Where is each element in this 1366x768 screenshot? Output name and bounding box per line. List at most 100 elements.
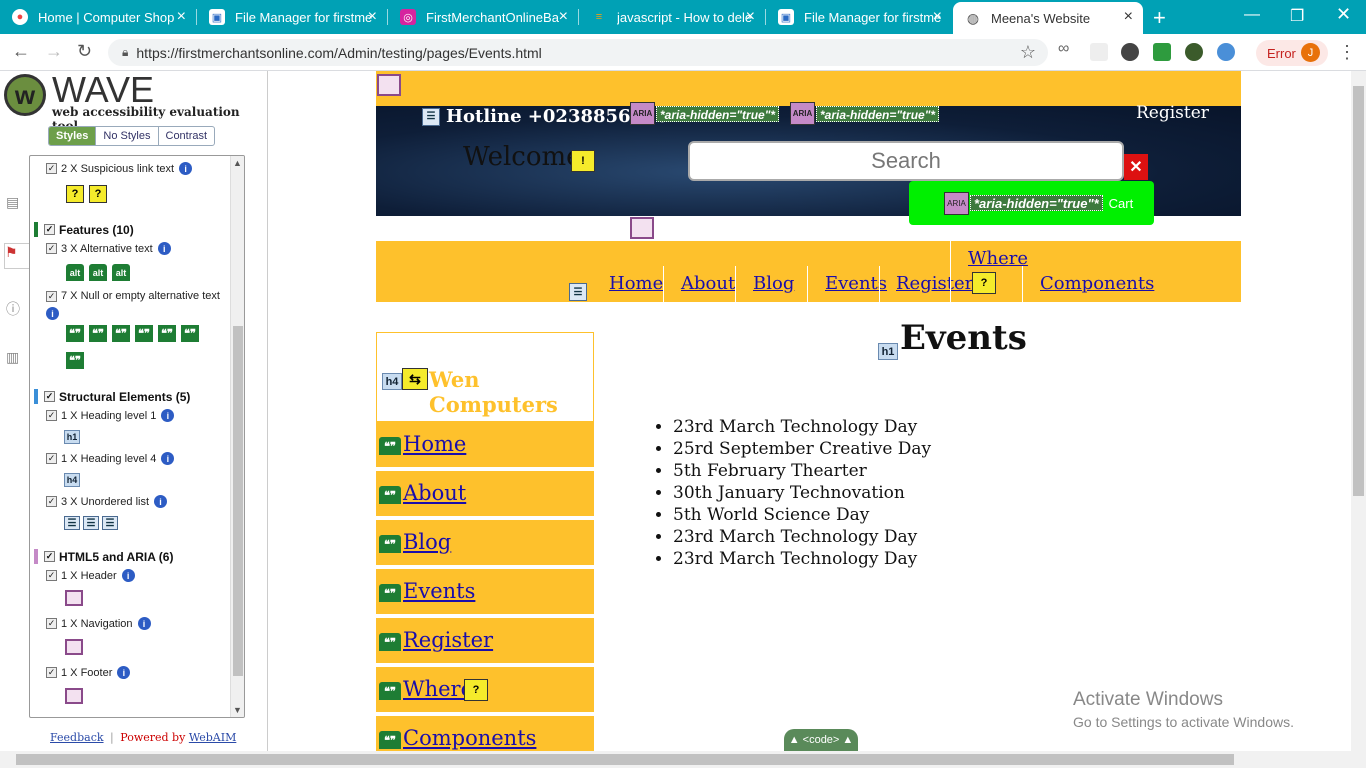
- sidenav-link[interactable]: Events: [403, 579, 475, 603]
- info-icon[interactable]: i: [117, 666, 131, 679]
- info-icon[interactable]: i: [179, 162, 193, 175]
- checkbox[interactable]: ✓: [46, 410, 57, 421]
- summary-icon[interactable]: ▤: [6, 194, 26, 214]
- page-horizontal-scrollbar[interactable]: [0, 751, 1366, 768]
- menu-kebab-icon[interactable]: ⋮: [1338, 42, 1356, 63]
- tab-contrast[interactable]: Contrast: [157, 127, 215, 145]
- cart-button[interactable]: ARIA *aria-hidden="true"* Cart: [909, 181, 1154, 225]
- heading-4-icon[interactable]: h4: [382, 373, 402, 390]
- back-icon[interactable]: ←: [12, 41, 30, 62]
- alt-text-row[interactable]: ✓ 3 X Alternative text i: [46, 242, 171, 255]
- sidenav-item-about[interactable]: ❝❞ About: [376, 471, 594, 518]
- heading-4-row[interactable]: ✓ 1 X Heading level 4 i: [46, 452, 175, 465]
- header-landmark-icon[interactable]: [65, 590, 83, 606]
- error-icon[interactable]: ✕: [1124, 154, 1148, 180]
- tab-file-manager-1[interactable]: ▣ File Manager for firstme ×: [197, 0, 387, 34]
- search-input[interactable]: Search: [688, 141, 1124, 181]
- webaim-link[interactable]: WebAIM: [189, 731, 237, 744]
- horizontal-scroll-thumb[interactable]: [16, 754, 1234, 765]
- vertical-scroll-thumb[interactable]: [1353, 86, 1364, 496]
- panel-scroll-thumb[interactable]: [233, 326, 243, 676]
- nav-events[interactable]: Events: [825, 273, 887, 294]
- sidenav-link[interactable]: Where: [403, 677, 473, 701]
- list-icon[interactable]: ☰: [83, 516, 99, 530]
- tab-no-styles[interactable]: No Styles: [95, 127, 157, 145]
- register-link[interactable]: Register: [1136, 103, 1209, 123]
- panel-scrollbar[interactable]: ▲ ▼: [230, 156, 244, 717]
- features-section-header[interactable]: ✓ Features (10): [34, 222, 134, 237]
- sidenav-link[interactable]: Register: [403, 628, 493, 652]
- avg-extension-icon[interactable]: [1153, 43, 1171, 61]
- redundant-link-icon[interactable]: ⇆: [402, 368, 428, 390]
- tab-stackoverflow[interactable]: ≡ javascript - How to dele ×: [579, 0, 765, 34]
- info-icon[interactable]: i: [137, 617, 151, 630]
- nav-about[interactable]: About: [681, 273, 735, 294]
- info-icon[interactable]: i: [46, 307, 59, 320]
- restore-icon[interactable]: ❐: [1290, 6, 1304, 26]
- nav-register[interactable]: Register: [896, 273, 973, 294]
- null-alt-icon[interactable]: ❝❞: [66, 325, 84, 342]
- sidenav-link[interactable]: About: [403, 481, 466, 505]
- reference-info-icon[interactable]: ⓘ: [6, 299, 26, 319]
- extension-icon[interactable]: [1121, 43, 1139, 61]
- wave-code-toggle-button[interactable]: ▲ <code> ▲: [784, 729, 858, 751]
- nav-home[interactable]: Home: [609, 273, 663, 294]
- null-alt-icon[interactable]: ❝❞: [89, 325, 107, 342]
- close-tab-icon[interactable]: ×: [559, 9, 568, 25]
- suspicious-link-icon[interactable]: ?: [66, 185, 84, 203]
- new-tab-button[interactable]: +: [1153, 5, 1166, 31]
- sidenav-link[interactable]: Home: [403, 432, 466, 456]
- checkbox[interactable]: ✓: [46, 570, 57, 581]
- list-icon[interactable]: ☰: [64, 516, 80, 530]
- checkbox[interactable]: ✓: [46, 163, 57, 174]
- close-tab-icon[interactable]: ×: [746, 9, 755, 25]
- bookmark-star-icon[interactable]: ☆: [1020, 42, 1036, 63]
- null-alt-icon[interactable]: ❝❞: [158, 325, 176, 342]
- sidenav-item-where[interactable]: ❝❞ Where?: [376, 667, 594, 714]
- heading-1-icon[interactable]: h1: [878, 343, 898, 360]
- navigation-landmark-icon[interactable]: [630, 217, 654, 239]
- null-alt-row[interactable]: ✓ 7 X Null or empty alternative text: [46, 290, 240, 302]
- html5-aria-section-header[interactable]: ✓ HTML5 and ARIA (6): [34, 549, 173, 564]
- checkbox[interactable]: ✓: [46, 618, 57, 629]
- checkbox[interactable]: ✓: [44, 224, 55, 235]
- footer-row[interactable]: ✓ 1 X Footer i: [46, 666, 131, 679]
- tab-file-manager-2[interactable]: ▣ File Manager for firstme ×: [766, 0, 952, 34]
- tab-styles[interactable]: Styles: [49, 127, 96, 145]
- heading-1-row[interactable]: ✓ 1 X Heading level 1 i: [46, 409, 175, 422]
- null-alt-icon[interactable]: ❝❞: [112, 325, 130, 342]
- checkbox[interactable]: ✓: [44, 391, 55, 402]
- avatar[interactable]: J: [1301, 43, 1320, 62]
- sidenav-item-components[interactable]: ❝❞ Components: [376, 716, 594, 751]
- info-icon[interactable]: i: [154, 495, 168, 508]
- tab-meenas-website[interactable]: ◍ Meena's Website ×: [953, 2, 1143, 34]
- navigation-row[interactable]: ✓ 1 X Navigation i: [46, 617, 151, 630]
- sidenav-item-events[interactable]: ❝❞ Events: [376, 569, 594, 616]
- suspicious-link-icon[interactable]: ?: [972, 272, 996, 294]
- tab-firstmerchant-instagram[interactable]: ◎ FirstMerchantOnlineBa ×: [388, 0, 578, 34]
- info-icon[interactable]: i: [161, 409, 175, 422]
- alt-text-icon[interactable]: alt: [89, 264, 107, 281]
- sidenav-item-blog[interactable]: ❝❞ Blog: [376, 520, 594, 567]
- structure-icon[interactable]: ▥: [6, 349, 26, 369]
- nav-components[interactable]: Components: [1040, 273, 1154, 294]
- list-icon[interactable]: ☰: [569, 283, 587, 301]
- suspicious-link-icon[interactable]: ?: [464, 679, 488, 701]
- list-icon[interactable]: ☰: [422, 107, 440, 126]
- header-row[interactable]: ✓ 1 X Header i: [46, 569, 135, 582]
- null-alt-icon[interactable]: ❝❞: [135, 325, 153, 342]
- header-landmark-icon[interactable]: [377, 74, 401, 96]
- minimize-icon[interactable]: —: [1244, 6, 1260, 24]
- close-tab-icon[interactable]: ×: [1124, 9, 1133, 25]
- unordered-list-row[interactable]: ✓ 3 X Unordered list i: [46, 495, 168, 508]
- close-tab-icon[interactable]: ×: [177, 9, 186, 25]
- extension-icon[interactable]: [1217, 43, 1235, 61]
- checkbox[interactable]: ✓: [44, 551, 55, 562]
- page-vertical-scrollbar[interactable]: [1351, 71, 1366, 751]
- info-icon[interactable]: i: [121, 569, 135, 582]
- close-window-icon[interactable]: ✕: [1336, 4, 1351, 25]
- checkbox[interactable]: ✓: [46, 667, 57, 678]
- scroll-down-icon[interactable]: ▼: [233, 705, 242, 715]
- details-flag-icon[interactable]: ⚑: [4, 243, 30, 269]
- alt-text-icon[interactable]: alt: [112, 264, 130, 281]
